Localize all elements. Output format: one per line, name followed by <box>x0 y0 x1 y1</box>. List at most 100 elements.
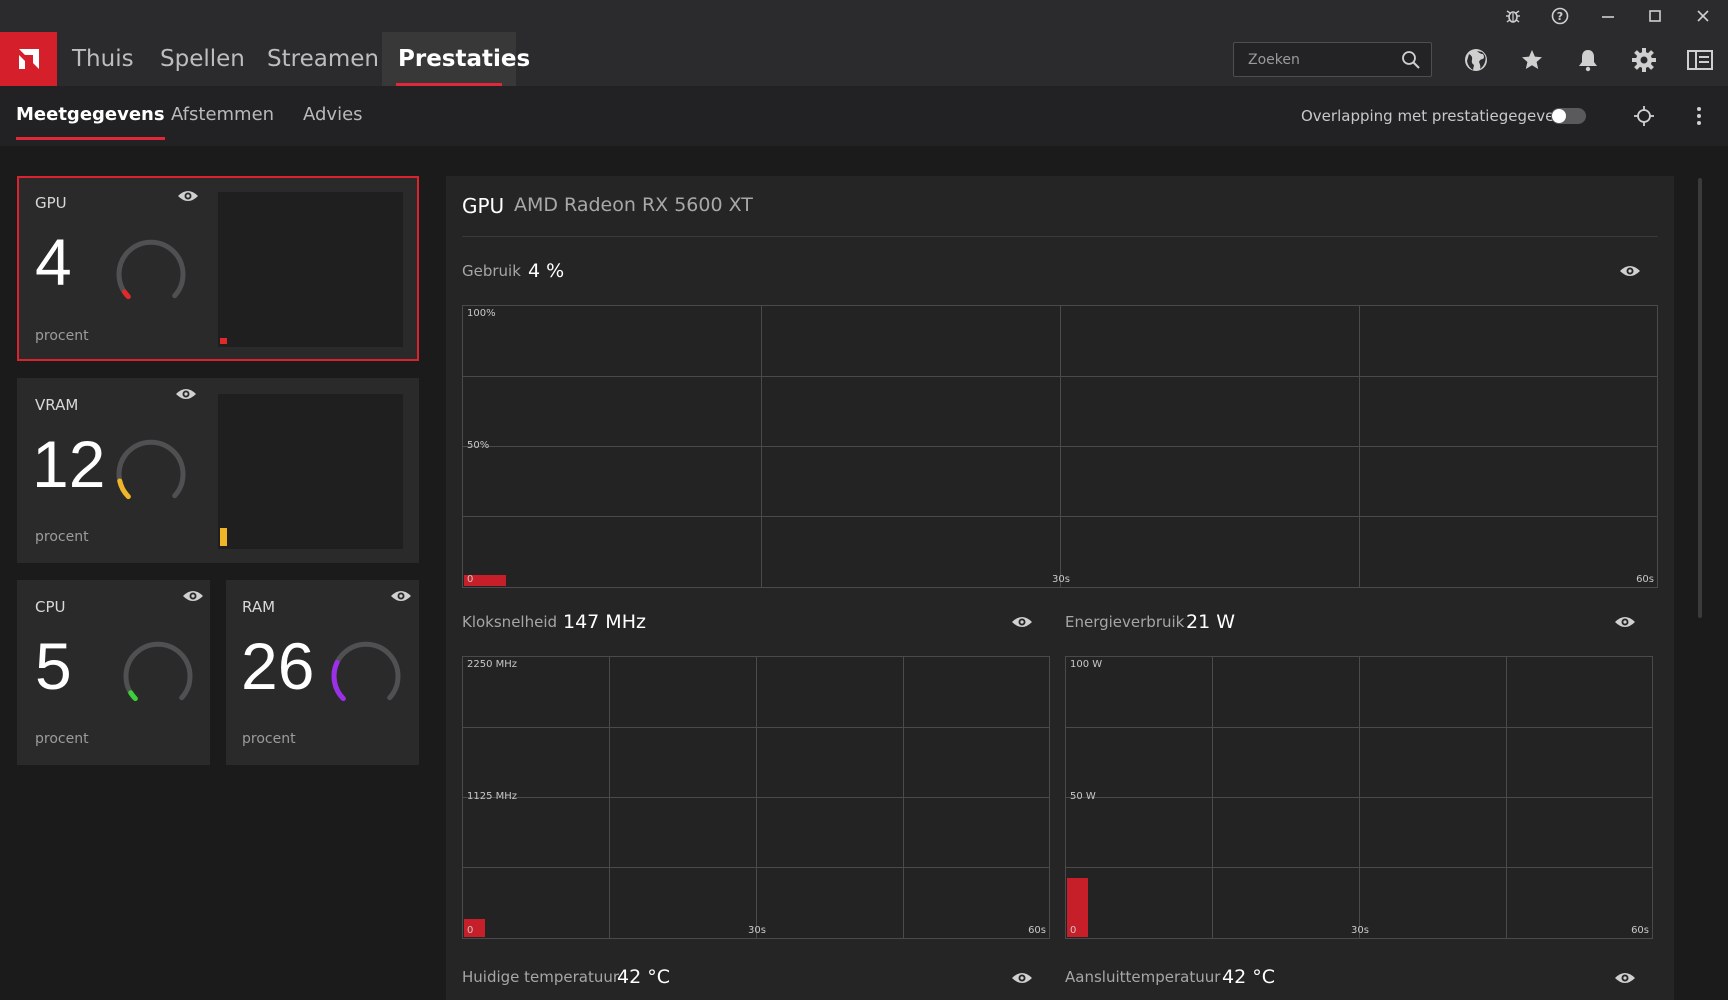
grid-line <box>761 306 762 587</box>
tab-prestaties[interactable]: Prestaties <box>382 32 530 86</box>
overlay-label: Overlapping met prestatiegegevens <box>1301 107 1572 125</box>
subtab-advies[interactable]: Advies <box>303 104 363 125</box>
search-icon[interactable] <box>1401 50 1421 70</box>
more-vert-icon[interactable] <box>1694 106 1704 126</box>
settings-button[interactable] <box>1630 46 1658 74</box>
cpu-gauge <box>123 641 193 702</box>
eye-icon[interactable] <box>1011 970 1033 986</box>
vram-card-value: 12 <box>32 427 106 501</box>
eye-icon[interactable] <box>175 386 197 402</box>
cpu-card-value: 5 <box>35 629 72 703</box>
cpu-gauge-fill <box>128 690 138 702</box>
globe-icon <box>1465 49 1487 71</box>
overlay-toggle[interactable] <box>1551 108 1586 124</box>
title-bar: ? <box>0 0 1728 32</box>
ram-card-label: RAM <box>242 598 276 616</box>
tab-spellen[interactable]: Spellen <box>160 32 260 86</box>
subtab-meetgegevens-label: Meetgegevens <box>16 104 165 125</box>
temp-label: Huidige temperatuur <box>462 968 620 986</box>
close-icon <box>1697 10 1709 22</box>
maximize-icon <box>1649 10 1661 22</box>
tab-spellen-label: Spellen <box>160 46 245 72</box>
usage-value: 4 % <box>528 260 565 282</box>
gpu-card[interactable]: GPU 4 procent <box>17 176 419 361</box>
sidebar-icon <box>1687 50 1713 70</box>
eye-icon[interactable] <box>1614 614 1636 630</box>
bell-icon <box>1579 50 1597 72</box>
vram-card-label: VRAM <box>35 396 79 414</box>
usage-x-end: 60s <box>1636 574 1654 585</box>
help-button[interactable]: ? <box>1540 4 1580 28</box>
eye-icon[interactable] <box>390 588 412 604</box>
grid-line <box>756 657 757 938</box>
notifications-button[interactable] <box>1574 46 1602 74</box>
tab-streamen-label: Streamen <box>267 46 379 72</box>
crosshair-icon[interactable] <box>1633 105 1655 127</box>
top-navigation: Thuis Spellen Streamen Prestaties Zoeken <box>0 32 1728 86</box>
ram-gauge-fill <box>331 659 346 702</box>
sidebar-button[interactable] <box>1686 46 1714 74</box>
grid-line <box>903 657 904 938</box>
grid-line <box>1212 657 1213 938</box>
usage-y-zero: 0 <box>467 574 474 585</box>
eye-icon[interactable] <box>177 188 199 204</box>
close-button[interactable] <box>1683 4 1723 28</box>
usage-graph: 100% 50% 0 30s 60s <box>462 305 1658 588</box>
gpu-card-unit: procent <box>35 328 89 344</box>
tab-prestaties-label: Prestaties <box>398 46 531 72</box>
cpu-card[interactable]: CPU 5 procent <box>17 580 210 765</box>
star-icon <box>1522 50 1542 69</box>
clock-graph: 2250 MHz 1125 MHz 0 30s 60s <box>462 656 1050 939</box>
sub-navigation: Meetgegevens Afstemmen Advies Overlappin… <box>0 86 1728 146</box>
search-input[interactable]: Zoeken <box>1248 52 1300 68</box>
bug-report-button[interactable] <box>1493 4 1533 28</box>
amd-logo-icon <box>18 49 39 69</box>
subtab-afstemmen[interactable]: Afstemmen <box>171 104 274 125</box>
power-y-zero: 0 <box>1070 925 1077 936</box>
help-icon: ? <box>1551 7 1569 25</box>
vram-card-unit: procent <box>35 529 89 545</box>
active-subtab-indicator <box>16 137 165 140</box>
clock-y-top: 2250 MHz <box>467 659 518 670</box>
vram-mini-chart <box>218 394 403 549</box>
eye-icon[interactable] <box>1619 263 1641 279</box>
power-graph: 100 W 50 W 0 30s 60s <box>1065 656 1653 939</box>
power-x-mid: 30s <box>1351 925 1369 936</box>
tab-streamen[interactable]: Streamen <box>267 32 387 86</box>
toggle-knob <box>1552 109 1566 123</box>
scrollbar[interactable] <box>1698 178 1702 618</box>
ram-card[interactable]: RAM 26 procent <box>226 580 419 765</box>
minimize-button[interactable] <box>1588 4 1628 28</box>
grid-line <box>609 657 610 938</box>
power-x-end: 60s <box>1631 925 1649 936</box>
amd-logo[interactable] <box>0 32 57 86</box>
temp-value: 42 °C <box>617 966 670 988</box>
tab-thuis[interactable]: Thuis <box>72 32 152 86</box>
panel-divider <box>462 236 1658 237</box>
favorites-button[interactable] <box>1518 46 1546 74</box>
eye-icon[interactable] <box>182 588 204 604</box>
panel-device-name: AMD Radeon RX 5600 XT <box>514 194 753 216</box>
vram-gauge <box>116 439 186 500</box>
vram-card[interactable]: VRAM 12 procent <box>17 378 419 563</box>
clock-x-end: 60s <box>1028 925 1046 936</box>
subtab-meetgegevens[interactable]: Meetgegevens <box>16 104 165 140</box>
gpu-card-label: GPU <box>35 194 67 212</box>
grid-line <box>1359 657 1360 938</box>
grid-line <box>1359 306 1360 587</box>
cpu-card-label: CPU <box>35 598 66 616</box>
eye-icon[interactable] <box>1011 614 1033 630</box>
maximize-button[interactable] <box>1635 4 1675 28</box>
globe-button[interactable] <box>1462 46 1490 74</box>
power-y-mid: 50 W <box>1070 791 1096 802</box>
gear-icon <box>1632 48 1656 72</box>
subtab-afstemmen-label: Afstemmen <box>171 104 275 125</box>
clock-value: 147 MHz <box>563 611 646 633</box>
clock-y-mid: 1125 MHz <box>467 791 518 802</box>
grid-line <box>1060 306 1061 587</box>
subtab-advies-label: Advies <box>303 104 363 125</box>
ram-gauge <box>331 641 401 702</box>
search-box[interactable]: Zoeken <box>1233 42 1432 77</box>
eye-icon[interactable] <box>1614 970 1636 986</box>
vram-mini-bar <box>220 528 227 546</box>
